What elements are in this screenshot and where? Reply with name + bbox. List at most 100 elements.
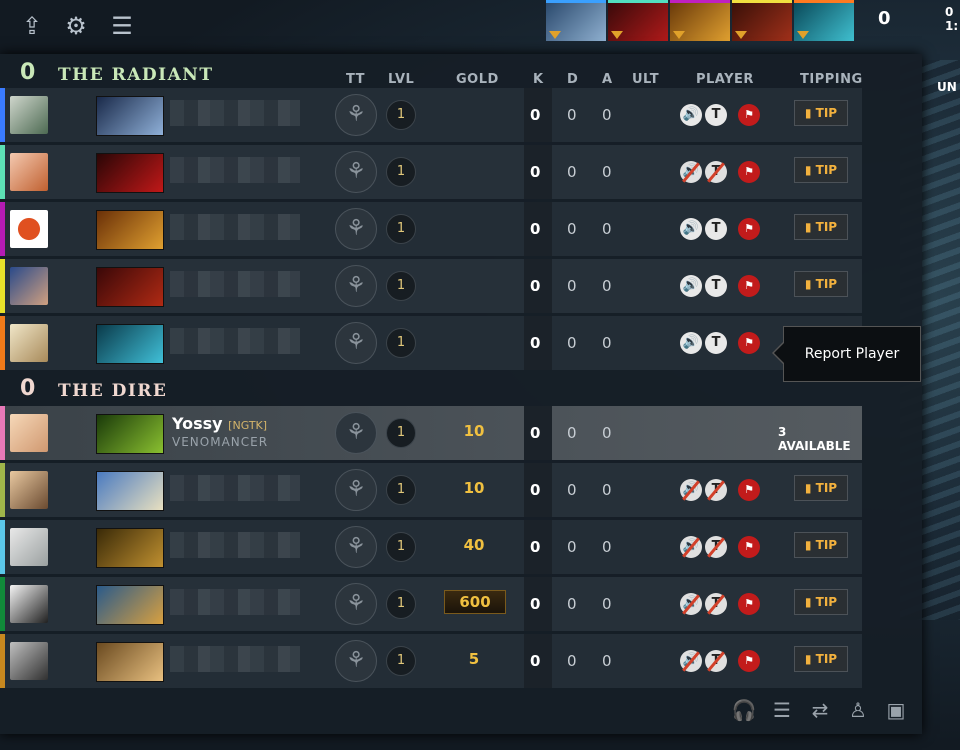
mute-text-icon[interactable]: T — [705, 332, 727, 354]
mute-voice-icon[interactable]: 🔊 — [680, 536, 702, 558]
avatar[interactable] — [10, 585, 48, 623]
dire-player-row[interactable]: ⚘ 1 5 0 0 0 🔊 T ⚑ ▮ TIP — [0, 634, 862, 688]
hero-portrait[interactable] — [96, 585, 164, 625]
hero-portrait[interactable] — [96, 96, 164, 136]
report-flag-icon[interactable]: ⚑ — [738, 536, 760, 558]
avatar[interactable] — [10, 210, 48, 248]
talent-tree-icon[interactable]: ⚘ — [335, 412, 377, 454]
headset-icon[interactable]: 🎧 — [730, 696, 758, 724]
gear-icon[interactable]: ⚙ — [62, 12, 90, 40]
radiant-player-row[interactable]: ⚘ 1 0 0 0 🔊 T ⚑ ▮ TIP — [0, 202, 862, 256]
talent-tree-icon[interactable]: ⚘ — [335, 265, 377, 307]
hero-portrait[interactable] — [96, 471, 164, 511]
tip-button[interactable]: ▮ TIP — [794, 475, 848, 501]
mute-voice-icon[interactable]: 🔊 — [680, 479, 702, 501]
hero-portrait[interactable] — [96, 642, 164, 682]
report-flag-icon[interactable]: ⚑ — [738, 218, 760, 240]
tip-button[interactable]: ▮ TIP — [794, 100, 848, 126]
hero-portrait[interactable] — [96, 324, 164, 364]
avatar[interactable] — [10, 324, 48, 362]
col-tt: TT — [346, 72, 366, 87]
mute-text-icon[interactable]: T — [705, 479, 727, 501]
report-player-tooltip: Report Player — [772, 326, 921, 382]
dire-player-row[interactable]: ⚘ 1 40 0 0 0 🔊 T ⚑ ▮ TIP — [0, 520, 862, 574]
top-hero-portrait[interactable] — [794, 0, 854, 41]
mute-text-icon[interactable]: T — [705, 275, 727, 297]
report-flag-icon[interactable]: ⚑ — [738, 161, 760, 183]
deaths-value: 0 — [567, 595, 577, 613]
report-flag-icon[interactable]: ⚑ — [738, 275, 760, 297]
radiant-player-row[interactable]: ⚘ 1 0 0 0 🔊 T ⚑ ▮ TIP — [0, 145, 862, 199]
talent-tree-icon[interactable]: ⚘ — [335, 583, 377, 625]
hero-portrait[interactable] — [96, 210, 164, 250]
mute-voice-icon[interactable]: 🔊 — [680, 161, 702, 183]
tip-button[interactable]: ▮ TIP — [794, 589, 848, 615]
avatar[interactable] — [10, 96, 48, 134]
avatar[interactable] — [10, 528, 48, 566]
upload-icon[interactable]: ⇪ — [18, 12, 46, 40]
top-hero-portrait[interactable] — [670, 0, 730, 41]
tip-button[interactable]: ▮ TIP — [794, 532, 848, 558]
mute-voice-icon[interactable]: 🔊 — [680, 104, 702, 126]
mute-voice-icon[interactable]: 🔊 — [680, 332, 702, 354]
report-flag-icon[interactable]: ⚑ — [738, 104, 760, 126]
share-icon[interactable]: ⇄ — [806, 696, 834, 724]
radiant-score: 0 — [20, 60, 36, 85]
talent-tree-icon[interactable]: ⚘ — [335, 469, 377, 511]
mute-text-icon[interactable]: T — [705, 218, 727, 240]
mute-text-icon[interactable]: T — [705, 161, 727, 183]
talent-tree-icon[interactable]: ⚘ — [335, 322, 377, 364]
dire-player-row[interactable]: ⚘ 1 10 0 0 0 🔊 T ⚑ ▮ TIP — [0, 463, 862, 517]
tip-button[interactable]: ▮ TIP — [794, 271, 848, 297]
mute-voice-icon[interactable]: 🔊 — [680, 593, 702, 615]
report-flag-icon[interactable]: ⚑ — [738, 593, 760, 615]
avatar[interactable] — [10, 153, 48, 191]
hero-portrait[interactable] — [96, 267, 164, 307]
mute-text-icon[interactable]: T — [705, 650, 727, 672]
tip-button[interactable]: ▮ TIP — [794, 646, 848, 672]
hero-portrait[interactable] — [96, 414, 164, 454]
talent-tree-icon[interactable]: ⚘ — [335, 526, 377, 568]
report-flag-icon[interactable]: ⚑ — [738, 332, 760, 354]
talent-tree-icon[interactable]: ⚘ — [335, 94, 377, 136]
talent-tree-icon[interactable]: ⚘ — [335, 151, 377, 193]
top-hero-portrait[interactable] — [546, 0, 606, 41]
minimize-icon[interactable]: ▣ — [882, 696, 910, 724]
talent-tree-icon[interactable]: ⚘ — [335, 208, 377, 250]
dire-player-row-self[interactable]: Yossy [NGTK] VENOMANCER ⚘ 1 10 0 0 0 3 A… — [0, 406, 862, 460]
hero-portrait[interactable] — [96, 153, 164, 193]
dire-player-row[interactable]: ⚘ 1 600 0 0 0 🔊 T ⚑ ▮ TIP — [0, 577, 862, 631]
radiant-player-row[interactable]: ⚘ 1 0 0 0 🔊 T ⚑ — [0, 316, 862, 370]
kills-value: 0 — [530, 538, 541, 556]
tip-button[interactable]: ▮ TIP — [794, 157, 848, 183]
player-color-bar — [0, 406, 5, 460]
talent-tree-icon[interactable]: ⚘ — [335, 640, 377, 682]
menu-icon[interactable]: ☰ — [108, 12, 136, 40]
mute-text-icon[interactable]: T — [705, 104, 727, 126]
report-flag-icon[interactable]: ⚑ — [738, 650, 760, 672]
player-icon[interactable]: ♙ — [844, 696, 872, 724]
report-flag-icon[interactable]: ⚑ — [738, 479, 760, 501]
mute-voice-icon[interactable]: 🔊 — [680, 650, 702, 672]
mute-voice-icon[interactable]: 🔊 — [680, 275, 702, 297]
radiant-player-row[interactable]: ⚘ 1 0 0 0 🔊 T ⚑ ▮ TIP — [0, 259, 862, 313]
mute-text-icon[interactable]: T — [705, 536, 727, 558]
mute-voice-icon[interactable]: 🔊 — [680, 218, 702, 240]
mute-text-icon[interactable]: T — [705, 593, 727, 615]
top-hero-portrait[interactable] — [732, 0, 792, 41]
radiant-player-row[interactable]: ⚘ 1 0 0 0 🔊 T ⚑ ▮ TIP — [0, 88, 862, 142]
kills-value: 0 — [530, 595, 541, 613]
player-name: Yossy [NGTK] — [172, 414, 268, 433]
assists-value: 0 — [602, 277, 612, 295]
avatar[interactable] — [10, 267, 48, 305]
avatar[interactable] — [10, 414, 48, 452]
tip-button[interactable]: ▮ TIP — [794, 214, 848, 240]
player-name-blurred — [170, 532, 300, 558]
top-hero-portrait[interactable] — [608, 0, 668, 41]
avatar[interactable] — [10, 471, 48, 509]
player-name-blurred — [170, 646, 300, 672]
avatar[interactable] — [10, 642, 48, 680]
hero-portrait[interactable] — [96, 528, 164, 568]
list-icon[interactable]: ☰ — [768, 696, 796, 724]
edge-text: 0 1: — [945, 5, 959, 33]
